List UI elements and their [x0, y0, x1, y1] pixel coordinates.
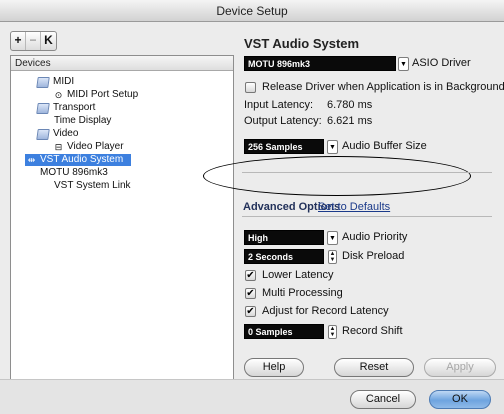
device-item-label: Transport — [53, 102, 96, 113]
device-item-motu[interactable]: MOTU 896mk3 — [40, 167, 108, 179]
reset-device-button[interactable]: K — [41, 32, 56, 50]
record-shift-field[interactable]: 0 Samples — [244, 324, 324, 339]
disk-preload-label: Disk Preload — [342, 250, 405, 262]
apply-button[interactable]: Apply — [424, 358, 496, 377]
device-item-row: ⇹ VST Audio System — [27, 154, 123, 166]
buffer-size-label: Audio Buffer Size — [342, 140, 427, 152]
divider — [242, 216, 492, 217]
lower-latency-checkbox[interactable]: ✔ — [245, 270, 256, 281]
multi-processing-label: Multi Processing — [262, 287, 343, 299]
stepper-icon[interactable]: ▲ ▼ — [328, 325, 337, 339]
highlight-ellipse — [203, 156, 471, 196]
device-item-label: MIDI — [53, 76, 75, 87]
add-device-button[interactable]: + — [11, 32, 26, 50]
device-item-video-player[interactable]: ⊟ Video Player — [54, 141, 124, 153]
device-item-midi-port-setup[interactable]: ⊙ MIDI Port Setup — [54, 89, 138, 101]
buffer-size-select[interactable]: 256 Samples — [244, 139, 324, 154]
reset-button[interactable]: Reset — [334, 358, 414, 377]
device-item-label: VST System Link — [54, 180, 131, 191]
dropdown-arrow-icon[interactable]: ▼ — [398, 57, 409, 71]
ok-button[interactable]: OK — [429, 390, 491, 409]
cancel-button[interactable]: Cancel — [350, 390, 416, 409]
stepper-icon[interactable]: ▲ ▼ — [328, 250, 337, 264]
input-latency-value: 6.780 ms — [327, 99, 373, 111]
folder-icon — [36, 128, 50, 140]
output-latency-label: Output Latency: — [244, 115, 322, 127]
set-to-defaults-link[interactable]: Set to Defaults — [318, 201, 390, 213]
dropdown-arrow-icon[interactable]: ▼ — [327, 231, 338, 245]
device-setup-window: + − K Devices MIDI ⊙ MIDI Port Setup Tra… — [0, 22, 504, 414]
record-shift-label: Record Shift — [342, 325, 403, 337]
remove-device-button[interactable]: − — [26, 32, 41, 50]
divider — [242, 172, 492, 173]
devices-toolbar: + − K — [10, 31, 57, 51]
section-title: VST Audio System — [244, 36, 360, 51]
devices-header: Devices — [11, 56, 233, 71]
device-item-label: Time Display — [54, 115, 112, 126]
window-title: Device Setup — [0, 0, 504, 22]
device-item-label: VST Audio System — [40, 154, 124, 165]
video-player-icon: ⊟ — [54, 142, 63, 152]
dropdown-arrow-icon[interactable]: ▼ — [327, 140, 338, 154]
disk-preload-field[interactable]: 2 Seconds — [244, 249, 324, 264]
device-item-video[interactable]: Video — [36, 128, 79, 140]
folder-icon — [36, 76, 50, 88]
vst-audio-icon: ⇹ — [27, 155, 36, 165]
lower-latency-label: Lower Latency — [262, 269, 334, 281]
output-latency-value: 6.621 ms — [327, 115, 373, 127]
device-item-time-display[interactable]: Time Display — [54, 115, 111, 127]
device-item-vst-audio-system[interactable]: ⇹ VST Audio System — [25, 154, 131, 166]
device-item-label: Video Player — [67, 141, 124, 152]
adjust-record-latency-checkbox[interactable]: ✔ — [245, 306, 256, 317]
device-item-label: MOTU 896mk3 — [40, 167, 108, 178]
input-latency-label: Input Latency: — [244, 99, 314, 111]
asio-driver-select[interactable]: MOTU 896mk3 — [244, 56, 396, 71]
audio-priority-select[interactable]: High — [244, 230, 324, 245]
midi-port-icon: ⊙ — [54, 90, 63, 100]
multi-processing-checkbox[interactable]: ✔ — [245, 288, 256, 299]
folder-icon — [36, 102, 50, 114]
audio-priority-label: Audio Priority — [342, 231, 408, 243]
device-item-label: MIDI Port Setup — [67, 89, 139, 100]
device-item-transport[interactable]: Transport — [36, 102, 96, 114]
devices-panel: Devices MIDI ⊙ MIDI Port Setup Transport… — [10, 55, 234, 399]
asio-driver-label: ASIO Driver — [412, 57, 471, 69]
device-item-midi[interactable]: MIDI — [36, 76, 75, 88]
adjust-record-latency-label: Adjust for Record Latency — [262, 305, 389, 317]
release-driver-checkbox[interactable] — [245, 82, 256, 93]
device-item-vst-system-link[interactable]: VST System Link — [54, 180, 131, 192]
device-item-label: Video — [53, 128, 79, 139]
release-driver-label: Release Driver when Application is in Ba… — [262, 81, 504, 93]
help-button[interactable]: Help — [244, 358, 304, 377]
